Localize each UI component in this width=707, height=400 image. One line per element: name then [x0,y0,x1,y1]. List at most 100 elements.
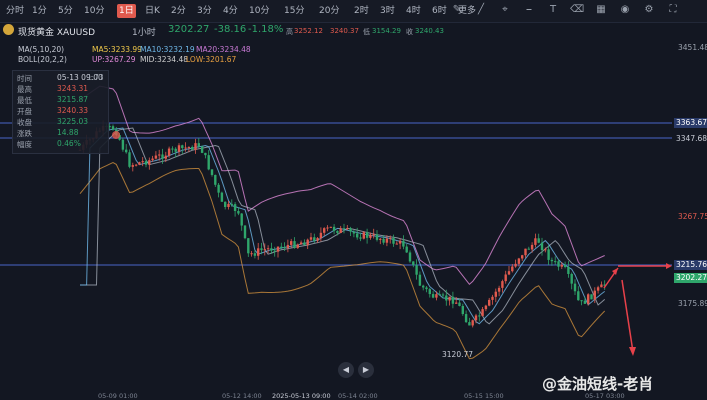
timeframe-tab[interactable]: 10分 [247,4,271,18]
candle-body [349,228,352,232]
forecast-arrow-down-head [629,347,636,356]
candle-body [398,240,402,244]
candle-body [593,290,596,300]
eraser-icon[interactable]: ⌫ [570,3,584,17]
interval-label[interactable]: 1小时 [132,25,156,38]
info-value: 3225.03 [57,117,89,126]
timeframe-tab[interactable]: 6时 [430,4,449,18]
timeframe-tab[interactable]: 15分 [282,4,306,18]
candle-body [527,248,530,250]
timeframe-tab[interactable]: 1日 [117,4,136,18]
candle-body [276,246,280,252]
timeframe-tab[interactable]: 4时 [404,4,423,18]
layout-icon[interactable]: ▦ [594,3,608,17]
candle-body [484,305,488,310]
candle-body [187,146,191,148]
candle-body [471,320,474,326]
candle-body [573,283,577,292]
high-value: 3252.12 [294,27,323,35]
candle-body [326,227,329,229]
timeframe-tab[interactable]: 3分 [195,4,214,18]
timeframe-tab[interactable]: 4分 [221,4,240,18]
info-key: 开盘 [17,107,32,116]
info-key: 收盘 [17,118,32,127]
candle-body [537,238,540,243]
candle-body [570,273,573,284]
candle-body [464,314,468,323]
candle-body [194,143,197,150]
info-row: 开盘 3240.33 [17,106,104,116]
settings-icon[interactable]: ⚙ [642,3,656,17]
candle-body [418,274,422,286]
timeframe-tab[interactable]: 2时 [352,4,371,18]
boll-label: BOLL(20,2,2) [18,55,67,64]
camera-icon[interactable]: ◉ [618,3,632,17]
info-row: 最低 3215.87 [17,95,104,105]
ma10-value: MA10:3232.19 [140,45,195,54]
candle-body [237,211,240,214]
fullscreen-icon[interactable]: ⛶ [666,3,680,17]
price-change-pct: -1.18% [248,24,284,35]
candle-body [233,204,237,212]
candle-body [580,300,583,302]
candle-body [412,261,415,266]
crosshair-icon[interactable]: ⌖ [498,3,512,17]
text-icon[interactable]: T [546,3,560,17]
ruler-icon[interactable]: ⎯ [522,3,536,17]
timeframe-tab[interactable]: 1分 [30,4,49,18]
candle-body [346,228,349,230]
timeframe-tab[interactable]: 5分 [56,4,75,18]
candle-body [270,248,273,251]
candle-body [455,302,458,304]
candle-body [263,249,266,251]
candle-body [514,263,517,267]
watermark: @金油短线-老肖 [542,375,654,393]
boll-upper-band [79,85,605,286]
candle-body [428,289,431,295]
timeframe-tab[interactable]: 2分 [169,4,188,18]
axis-line3: 3215.76 [674,260,707,270]
candle-body [501,281,504,288]
candle-body [547,249,550,260]
timeframe-tab[interactable]: 20分 [317,4,341,18]
candle-body [563,264,567,267]
symbol-name[interactable]: 现货黄金 XAUUSD [18,25,95,38]
candle-body [392,237,395,244]
candle-body [329,226,332,228]
axis-line2: 3347.68 [676,134,707,143]
candle-body [478,315,481,317]
info-value: 3240.33 [57,106,89,115]
candle-body [375,234,379,240]
candle-body [313,237,316,241]
info-value: 3243.31 [57,84,89,93]
candle-body [293,241,296,248]
candle-body [356,233,359,238]
candle-body [511,266,514,272]
candle-body [596,287,600,291]
candle-body [128,152,131,167]
candle-body [247,238,250,254]
candle-body [134,164,138,166]
axis-mid: 3267.75 [678,212,707,221]
candle-body [577,291,580,301]
candle-body [138,162,141,165]
candle-body [273,250,276,252]
candle-body [230,203,233,205]
chart-header: 现货黄金 XAUUSD 1小时 3202.27 -38.16 -1.18% 高 … [0,22,707,40]
next-icon[interactable]: ▶ [358,362,374,378]
pencil-icon[interactable]: ✎ [450,3,464,17]
candle-body [161,154,164,159]
candle-body [227,203,230,207]
line-icon[interactable]: ╱ [474,3,488,17]
candle-body [382,238,385,243]
candle-body [250,253,253,255]
timeframe-tab[interactable]: 分时 [4,4,26,18]
timeframe-tab[interactable]: 10分 [82,4,106,18]
ma20-value: MA20:3234.48 [196,45,251,54]
prev-icon[interactable]: ◀ [338,362,354,378]
candle-body [200,146,204,153]
timeframe-tab[interactable]: 日K [143,4,162,18]
candle-body [174,148,177,152]
candle-body [458,302,461,306]
timeframe-tab[interactable]: 3时 [378,4,397,18]
